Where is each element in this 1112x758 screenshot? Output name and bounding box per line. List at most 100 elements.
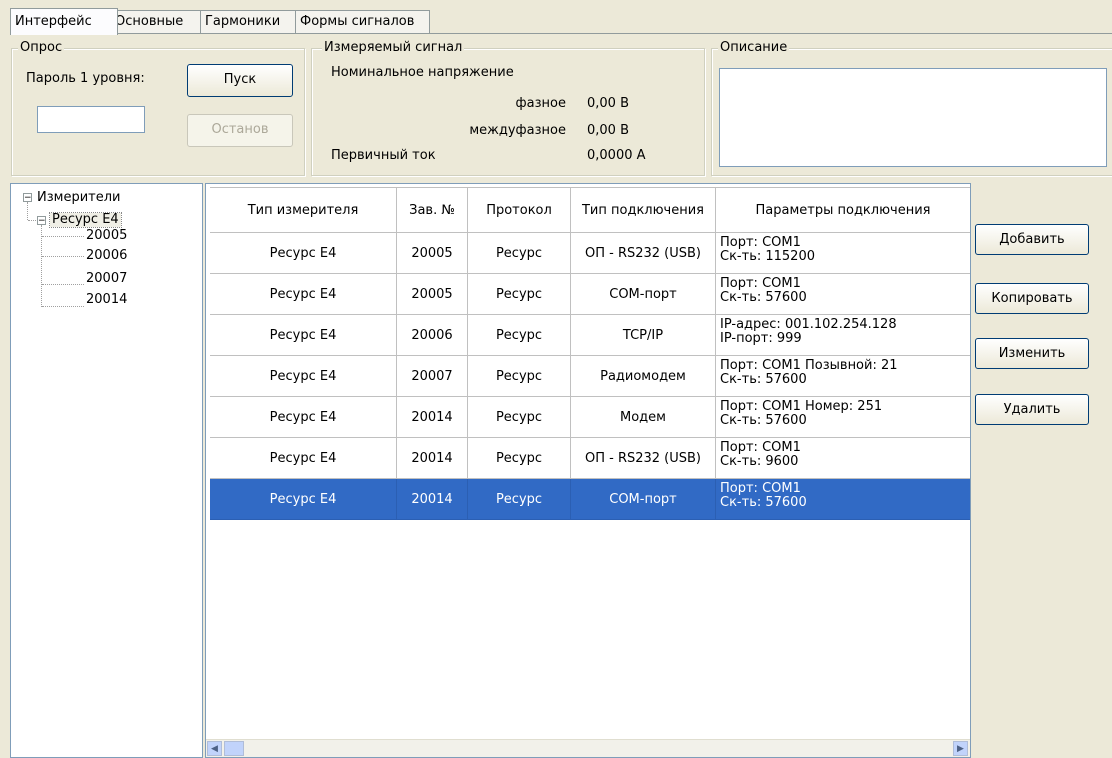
cell-meter-type: Ресурс Е4 bbox=[210, 315, 397, 356]
tree-line bbox=[27, 202, 28, 220]
cell-connection-params: Порт: COM1 Позывной: 21 Ск-ть: 57600 bbox=[716, 356, 970, 397]
tree-node-serial[interactable]: 20006 bbox=[86, 249, 127, 263]
cell-serial: 20005 bbox=[397, 233, 468, 274]
cell-connection-type: COM-порт bbox=[571, 274, 716, 315]
description-textarea[interactable] bbox=[719, 68, 1107, 167]
params-line: Ск-ть: 9600 bbox=[720, 454, 799, 469]
params-line: Ск-ть: 57600 bbox=[720, 290, 807, 305]
cell-meter-type: Ресурс Е4 bbox=[210, 356, 397, 397]
tree-node-serial[interactable]: 20005 bbox=[86, 229, 127, 243]
cell-connection-type: TCP/IP bbox=[571, 315, 716, 356]
params-line: Ск-ть: 57600 bbox=[720, 372, 807, 387]
cell-connection-params: Порт: COM1 Ск-ть: 115200 bbox=[716, 233, 970, 274]
tree-line bbox=[42, 284, 84, 285]
cell-connection-type: ОП - RS232 (USB) bbox=[571, 438, 716, 479]
cell-serial: 20006 bbox=[397, 315, 468, 356]
params-line: IP-порт: 999 bbox=[720, 331, 802, 346]
cell-protocol: Ресурс bbox=[468, 397, 571, 438]
cell-protocol: Ресурс bbox=[468, 356, 571, 397]
cell-protocol: Ресурс bbox=[468, 315, 571, 356]
tab-basic[interactable]: Основные bbox=[110, 10, 208, 33]
params-line: Порт: COM1 bbox=[720, 235, 801, 250]
column-header-meter-type[interactable]: Тип измерителя bbox=[210, 187, 397, 233]
tree-node-serial[interactable]: 20014 bbox=[86, 293, 127, 307]
tree-line bbox=[42, 256, 84, 257]
polling-group: Опрос Пароль 1 уровня: Пуск Останов bbox=[11, 40, 305, 176]
linear-voltage-value: 0,00 В bbox=[587, 123, 629, 138]
cell-protocol: Ресурс bbox=[468, 479, 571, 520]
cell-connection-type: Радиомодем bbox=[571, 356, 716, 397]
scroll-right-icon[interactable]: ▶ bbox=[953, 741, 968, 756]
column-header-protocol[interactable]: Протокол bbox=[468, 187, 571, 233]
cell-meter-type: Ресурс Е4 bbox=[210, 479, 397, 520]
meters-tree[interactable]: − Измерители − Ресурс Е4 20005 20006 200… bbox=[10, 183, 203, 758]
cell-protocol: Ресурс bbox=[468, 274, 571, 315]
tree-node-serial[interactable]: 20007 bbox=[86, 272, 127, 286]
description-title: Описание bbox=[718, 40, 790, 56]
primary-current-label: Первичный ток bbox=[331, 148, 436, 163]
nominal-voltage-label: Номинальное напряжение bbox=[331, 65, 514, 80]
linear-voltage-label: междуфазное bbox=[469, 123, 566, 138]
cell-connection-params: Порт: COM1 Номер: 251 Ск-ть: 57600 bbox=[716, 397, 970, 438]
cell-serial: 20014 bbox=[397, 397, 468, 438]
tab-waveforms[interactable]: Формы сигналов bbox=[295, 10, 430, 33]
params-line: Порт: COM1 Номер: 251 bbox=[720, 399, 883, 414]
cell-serial: 20014 bbox=[397, 479, 468, 520]
tab-panel-border bbox=[10, 33, 1112, 34]
tree-line bbox=[41, 225, 42, 307]
description-group: Описание bbox=[711, 40, 1112, 176]
cell-meter-type: Ресурс Е4 bbox=[210, 397, 397, 438]
copy-button[interactable]: Копировать bbox=[975, 283, 1089, 314]
cell-connection-params: Порт: COM1 Ск-ть: 9600 bbox=[716, 438, 970, 479]
cell-connection-params: Порт: COM1 Ск-ть: 57600 bbox=[716, 479, 970, 520]
params-line: Порт: COM1 bbox=[720, 276, 801, 291]
cell-connection-type: Модем bbox=[571, 397, 716, 438]
column-header-connection-params[interactable]: Параметры подключения bbox=[716, 187, 970, 233]
tree-line bbox=[42, 306, 84, 307]
collapse-icon[interactable]: − bbox=[23, 193, 32, 203]
cell-serial: 20014 bbox=[397, 438, 468, 479]
stop-button[interactable]: Останов bbox=[187, 114, 293, 147]
tree-node-device[interactable]: Ресурс Е4 bbox=[49, 212, 122, 228]
start-button[interactable]: Пуск bbox=[187, 64, 293, 97]
measured-signal-group: Измеряемый сигнал Номинальное напряжение… bbox=[311, 40, 705, 176]
scroll-left-icon[interactable]: ◀ bbox=[207, 741, 222, 756]
cell-serial: 20005 bbox=[397, 274, 468, 315]
column-header-serial[interactable]: Зав. № bbox=[397, 187, 468, 233]
cell-protocol: Ресурс bbox=[468, 233, 571, 274]
params-line: IP-адрес: 001.102.254.128 bbox=[720, 317, 897, 332]
params-line: Ск-ть: 57600 bbox=[720, 495, 807, 510]
cell-connection-type: COM-порт bbox=[571, 479, 716, 520]
cell-meter-type: Ресурс Е4 bbox=[210, 274, 397, 315]
password-input[interactable] bbox=[37, 106, 145, 133]
edit-button[interactable]: Изменить bbox=[975, 338, 1089, 369]
tree-line bbox=[42, 236, 84, 237]
phase-voltage-label: фазное bbox=[515, 96, 566, 111]
params-line: Порт: COM1 Позывной: 21 bbox=[720, 358, 898, 373]
delete-button[interactable]: Удалить bbox=[975, 394, 1089, 425]
scroll-thumb[interactable] bbox=[224, 741, 244, 756]
polling-group-title: Опрос bbox=[18, 40, 65, 56]
collapse-icon[interactable]: − bbox=[37, 216, 46, 226]
phase-voltage-value: 0,00 В bbox=[587, 96, 629, 111]
measured-signal-title: Измеряемый сигнал bbox=[322, 40, 465, 56]
cell-meter-type: Ресурс Е4 bbox=[210, 438, 397, 479]
cell-connection-params: IP-адрес: 001.102.254.128 IP-порт: 999 bbox=[716, 315, 970, 356]
params-line: Ск-ть: 57600 bbox=[720, 413, 807, 428]
add-button[interactable]: Добавить bbox=[975, 224, 1089, 255]
column-header-connection-type[interactable]: Тип подключения bbox=[571, 187, 716, 233]
tab-interface[interactable]: Интерфейс bbox=[10, 8, 118, 35]
params-line: Порт: COM1 bbox=[720, 440, 801, 455]
tab-harmonics[interactable]: Гармоники bbox=[200, 10, 303, 33]
cell-connection-type: ОП - RS232 (USB) bbox=[571, 233, 716, 274]
cell-connection-params: Порт: COM1 Ск-ть: 57600 bbox=[716, 274, 970, 315]
horizontal-scrollbar[interactable]: ◀ ▶ bbox=[206, 739, 970, 757]
params-line: Порт: COM1 bbox=[720, 481, 801, 496]
cell-meter-type: Ресурс Е4 bbox=[210, 233, 397, 274]
cell-serial: 20007 bbox=[397, 356, 468, 397]
cell-protocol: Ресурс bbox=[468, 438, 571, 479]
tree-line bbox=[28, 220, 36, 221]
tree-root[interactable]: Измерители bbox=[37, 191, 120, 205]
password-label: Пароль 1 уровня: bbox=[26, 71, 145, 86]
connections-grid[interactable]: Тип измерителя Зав. № Протокол Тип подкл… bbox=[205, 183, 971, 758]
